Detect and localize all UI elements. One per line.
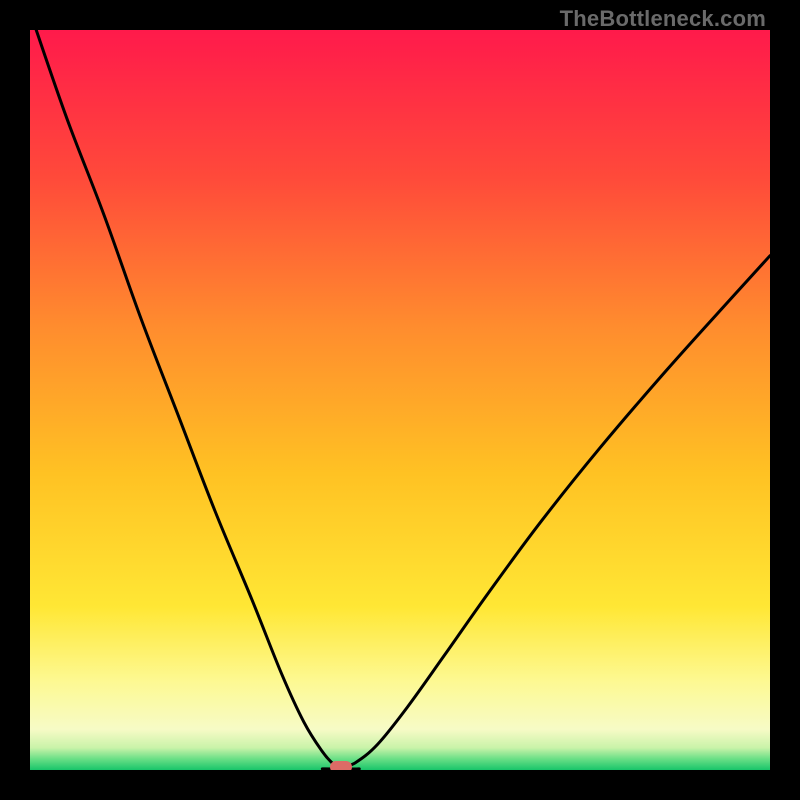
chart-frame: TheBottleneck.com <box>0 0 800 800</box>
optimal-marker <box>330 761 352 770</box>
plot-area <box>30 30 770 770</box>
watermark-text: TheBottleneck.com <box>560 6 766 32</box>
bottleneck-curve <box>30 30 770 770</box>
